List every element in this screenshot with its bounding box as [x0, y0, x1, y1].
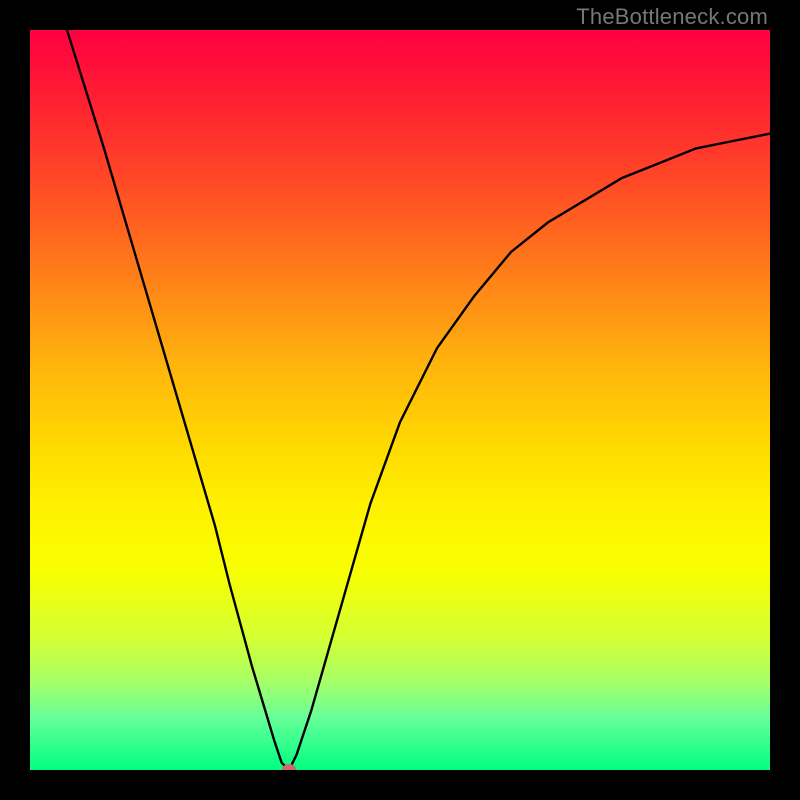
watermark-text: TheBottleneck.com [576, 4, 768, 30]
chart-frame: TheBottleneck.com [0, 0, 800, 800]
optimal-point-marker [282, 764, 296, 770]
curve-svg [30, 30, 770, 770]
plot-area [30, 30, 770, 770]
bottleneck-curve [67, 30, 770, 770]
